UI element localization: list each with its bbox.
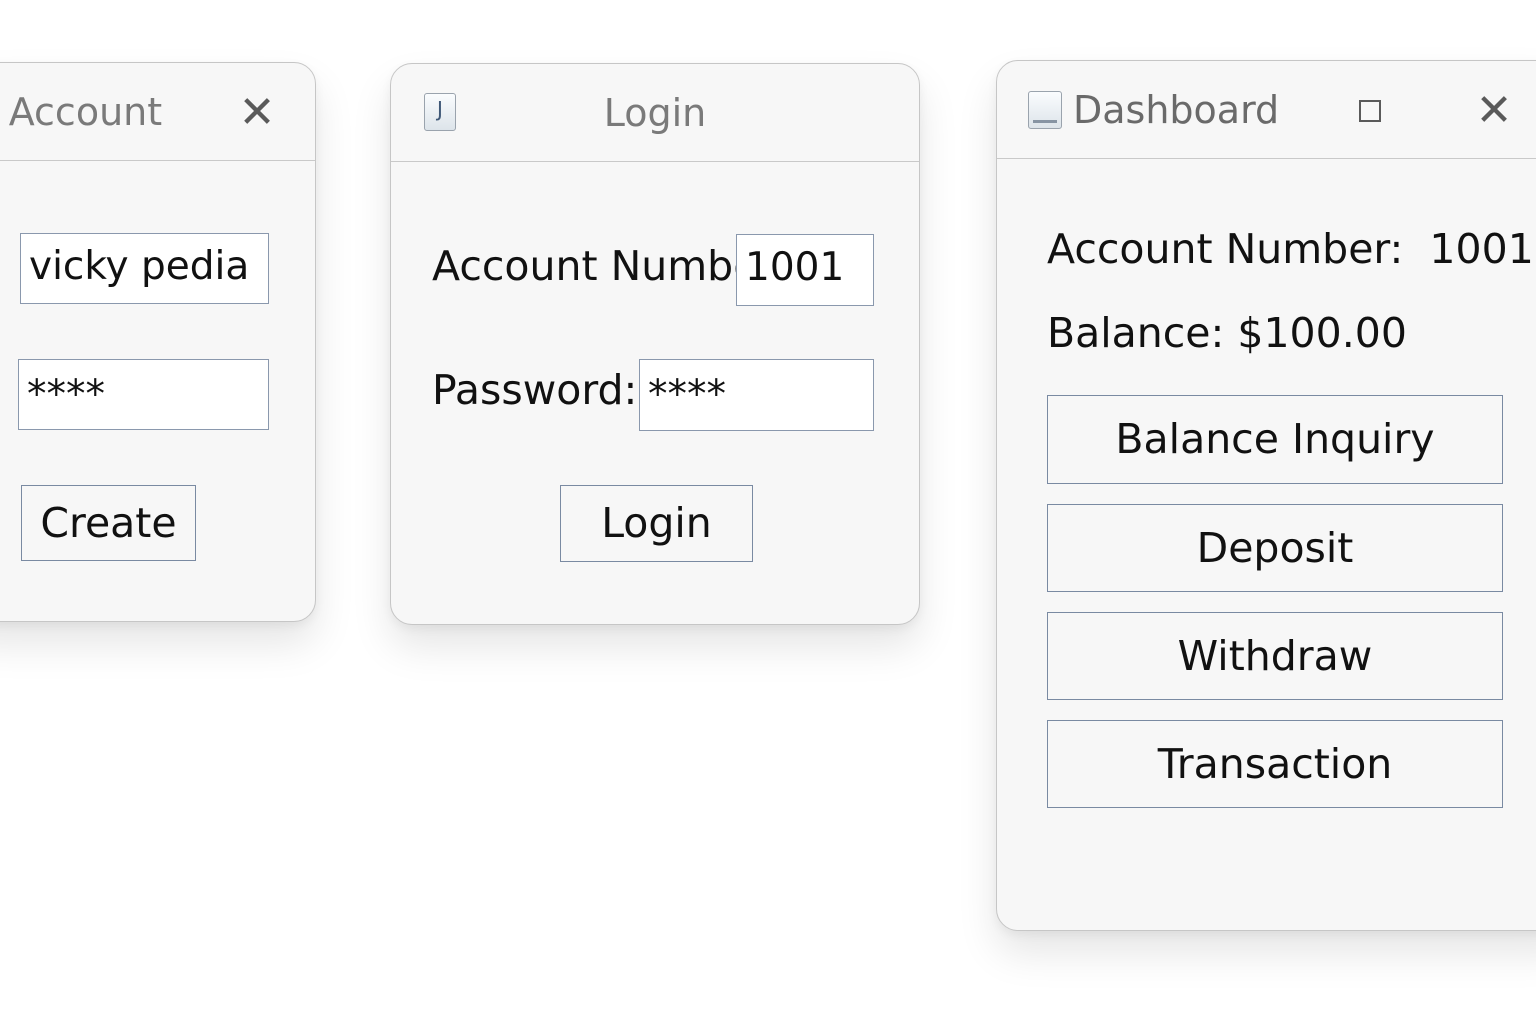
create-button[interactable]: Create — [21, 485, 196, 561]
create-account-titlebar[interactable]: r Account ✕ — [0, 63, 315, 161]
account-number-label: Account Number: — [432, 242, 789, 290]
account-number-text: Account Number: 1001 — [1047, 225, 1534, 273]
window-title: Dashboard — [1073, 88, 1280, 132]
java-app-icon — [1028, 91, 1062, 129]
close-icon[interactable]: ✕ — [1472, 89, 1516, 133]
window-title: Login — [603, 91, 707, 135]
login-window: J Login Account Number: 1001 Password: *… — [390, 63, 920, 625]
balance-text: Balance: $100.00 — [1047, 309, 1407, 357]
transaction-button[interactable]: Transaction — [1047, 720, 1503, 808]
deposit-button[interactable]: Deposit — [1047, 504, 1503, 592]
login-button[interactable]: Login — [560, 485, 753, 562]
password-label: Password: — [432, 366, 638, 414]
login-titlebar[interactable]: J Login — [391, 64, 919, 162]
withdraw-button[interactable]: Withdraw — [1047, 612, 1503, 700]
dashboard-titlebar[interactable]: Dashboard ✕ — [997, 61, 1536, 159]
dashboard-window: Dashboard ✕ Account Number: 1001 Balance… — [996, 60, 1536, 931]
create-account-window: r Account ✕ vicky pedia **** Create — [0, 62, 316, 622]
maximize-icon[interactable] — [1359, 100, 1381, 122]
account-number-input[interactable]: 1001 — [736, 234, 874, 306]
close-icon[interactable]: ✕ — [235, 91, 279, 135]
password-field[interactable]: **** — [18, 359, 269, 430]
window-title: r Account — [0, 90, 163, 134]
password-input[interactable]: **** — [639, 359, 874, 431]
name-field[interactable]: vicky pedia — [20, 233, 269, 304]
balance-inquiry-button[interactable]: Balance Inquiry — [1047, 395, 1503, 484]
